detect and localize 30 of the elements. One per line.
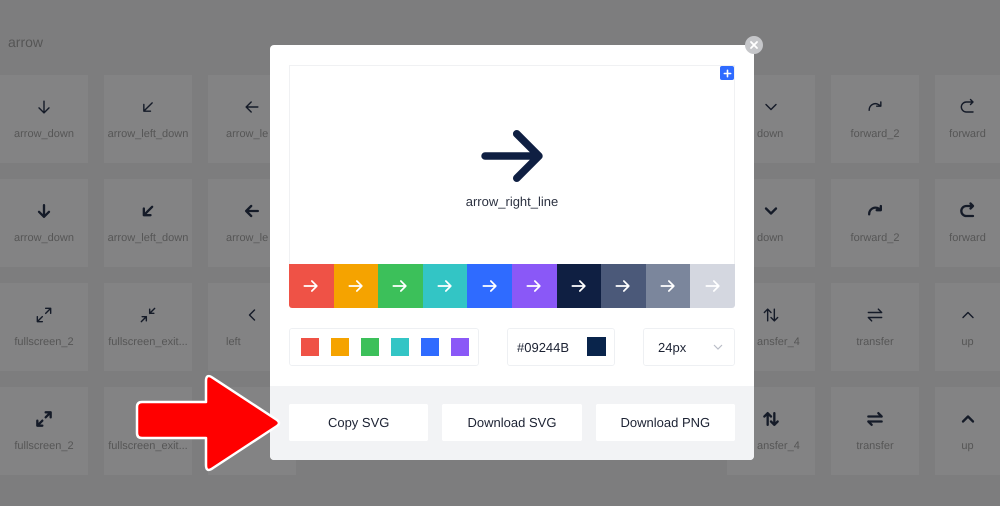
color-swatch[interactable]	[331, 338, 349, 356]
icon-name: arrow_right_line	[466, 194, 558, 209]
color-variant[interactable]	[467, 264, 512, 308]
color-swatch[interactable]	[361, 338, 379, 356]
hex-color-field[interactable]: #09244B	[507, 328, 615, 366]
color-variant[interactable]	[334, 264, 378, 308]
up-down-arrows-icon	[761, 409, 781, 429]
collapse-icon	[138, 305, 158, 325]
color-variant[interactable]	[378, 264, 423, 308]
action-button[interactable]: Copy SVG	[289, 404, 428, 441]
color-variant[interactable]	[601, 264, 646, 308]
color-variant[interactable]	[646, 264, 690, 308]
expand-icon	[34, 409, 54, 429]
color-swatch[interactable]	[421, 338, 439, 356]
color-variant[interactable]	[422, 264, 468, 308]
expand-icon	[34, 305, 54, 325]
action-button[interactable]: Download SVG	[442, 404, 582, 441]
color-swatch[interactable]	[301, 338, 319, 356]
color-swatch[interactable]	[391, 338, 409, 356]
color-variant[interactable]	[512, 264, 557, 308]
plus-icon[interactable]	[720, 66, 734, 80]
color-variant[interactable]	[690, 264, 735, 308]
close-icon[interactable]	[745, 36, 763, 54]
size-select[interactable]: 24px	[643, 328, 735, 366]
swap-arrows-icon	[865, 409, 885, 429]
color-variant[interactable]	[289, 264, 334, 308]
color-swatch[interactable]	[451, 338, 469, 356]
color-variant[interactable]	[556, 264, 602, 308]
color-preview-swatch	[587, 337, 606, 356]
action-button[interactable]: Download PNG	[596, 404, 735, 441]
